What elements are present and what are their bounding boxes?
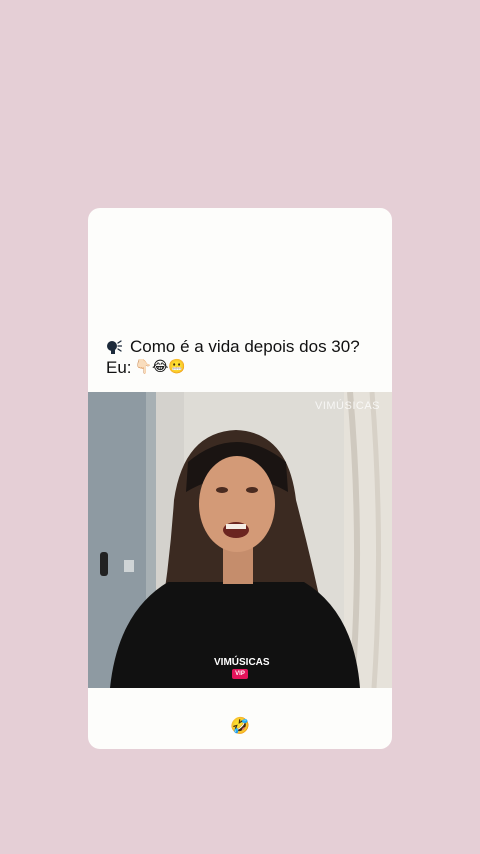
- logo-text: VIMÚSICAS: [214, 657, 270, 668]
- video-watermark: VIMÚSICAS: [314, 400, 380, 412]
- video-player[interactable]: VIMÚSICAS VIMÚSICAS VIP: [88, 392, 392, 688]
- caption-question: Como é a vida depois dos 30?: [130, 337, 360, 356]
- video-frame: [88, 392, 392, 688]
- speaking-head-icon: [107, 339, 122, 354]
- caption-prefix: Eu:: [106, 358, 132, 377]
- post-caption: Como é a vida depois dos 30? Eu: 👇🏻😂😬: [106, 336, 386, 378]
- footer-emoji: 🤣: [230, 716, 250, 735]
- vimusicas-logo: VIMÚSICAS VIP: [214, 657, 270, 679]
- post-card: Como é a vida depois dos 30? Eu: 👇🏻😂😬 VI…: [88, 208, 392, 749]
- caption-emojis: 👇🏻😂😬: [134, 359, 186, 375]
- logo-sub: VIP: [232, 669, 248, 679]
